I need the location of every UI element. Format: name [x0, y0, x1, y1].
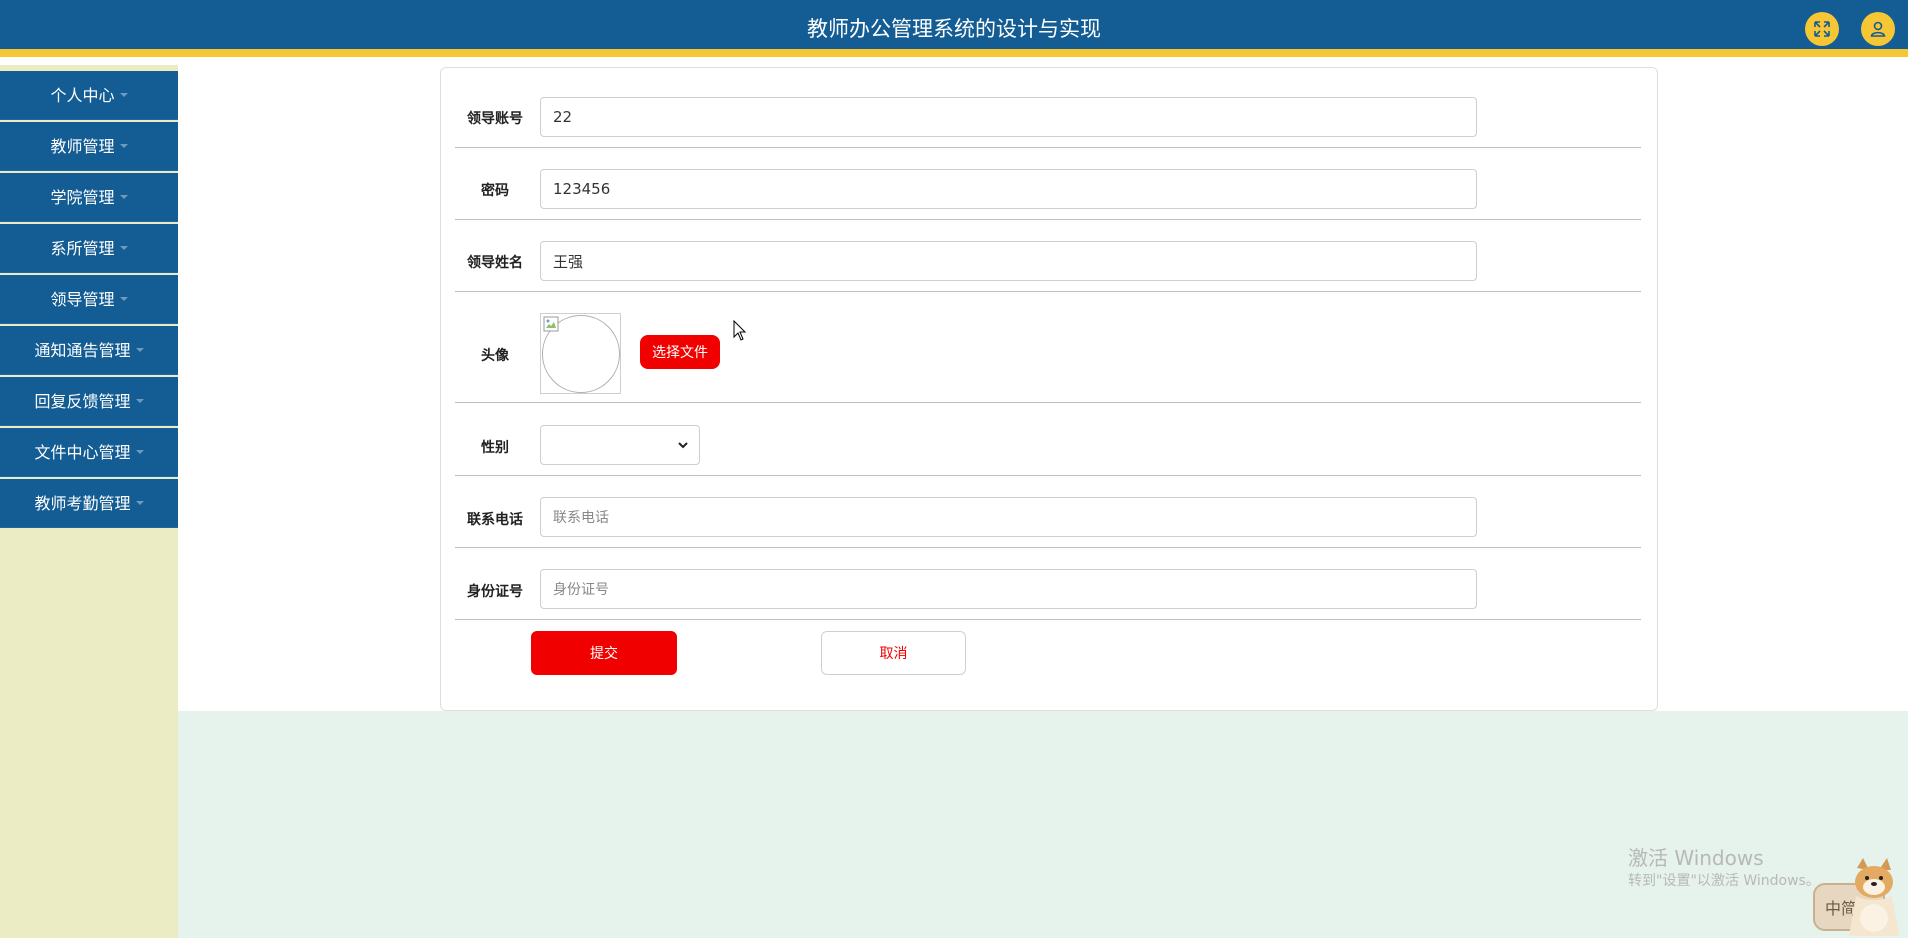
- dog-mascot-icon: [1849, 858, 1899, 936]
- fullscreen-icon[interactable]: [1805, 12, 1839, 46]
- caret-down-icon: [119, 296, 128, 301]
- caret-down-icon: [135, 500, 144, 505]
- sidebar-item-label: 回复反馈管理: [34, 392, 131, 411]
- activate-windows-title: 激活 Windows: [1628, 846, 1764, 870]
- top-header: 教师办公管理系统的设计与实现: [0, 0, 1908, 57]
- sidebar-item-label: 领导管理: [50, 290, 115, 309]
- caret-down-icon: [119, 143, 128, 148]
- caret-down-icon: [135, 347, 144, 352]
- form-card: [440, 67, 1658, 711]
- idcard-label: 身份证号: [467, 584, 523, 600]
- content-background: [178, 711, 1908, 938]
- sidebar-item-file-center-management[interactable]: 文件中心管理: [0, 428, 178, 477]
- sidebar-item-label: 教师管理: [50, 137, 115, 156]
- row-divider: [455, 402, 1641, 403]
- header-accent-bar: [0, 49, 1908, 57]
- sidebar-item-attendance-management[interactable]: 教师考勤管理: [0, 479, 178, 528]
- broken-image-icon: [543, 316, 559, 332]
- gender-select[interactable]: [540, 425, 700, 465]
- sidebar-item-label: 系所管理: [50, 239, 115, 258]
- sidebar: 个人中心 教师管理 学院管理 系所管理 领导管理 通知通告管理 回复反馈管理 文…: [0, 65, 178, 938]
- sidebar-item-college-management[interactable]: 学院管理: [0, 173, 178, 222]
- sidebar-item-label: 学院管理: [50, 188, 115, 207]
- sidebar-item-feedback-management[interactable]: 回复反馈管理: [0, 377, 178, 426]
- user-icon[interactable]: [1861, 12, 1895, 46]
- sidebar-item-label: 个人中心: [50, 86, 115, 105]
- caret-down-icon: [119, 245, 128, 250]
- idcard-input[interactable]: [540, 569, 1477, 609]
- caret-down-icon: [119, 194, 128, 199]
- row-divider: [455, 475, 1641, 476]
- choose-file-button[interactable]: 选择文件: [640, 335, 720, 369]
- phone-input[interactable]: [540, 497, 1477, 537]
- caret-down-icon: [135, 398, 144, 403]
- name-label: 领导姓名: [467, 255, 523, 271]
- mouse-cursor-icon: [733, 320, 747, 341]
- sidebar-item-label: 文件中心管理: [34, 443, 131, 462]
- account-input[interactable]: [540, 97, 1477, 137]
- sidebar-item-label: 通知通告管理: [34, 341, 131, 360]
- sidebar-item-personal-center[interactable]: 个人中心: [0, 71, 178, 120]
- sidebar-item-notice-management[interactable]: 通知通告管理: [0, 326, 178, 375]
- gender-label: 性别: [481, 440, 509, 456]
- cancel-button[interactable]: 取消: [821, 631, 966, 675]
- submit-button[interactable]: 提交: [531, 631, 677, 675]
- row-divider: [455, 619, 1641, 620]
- avatar-label: 头像: [481, 348, 509, 364]
- avatar-preview: [540, 313, 621, 394]
- sidebar-item-leader-management[interactable]: 领导管理: [0, 275, 178, 324]
- sidebar-item-teacher-management[interactable]: 教师管理: [0, 122, 178, 171]
- account-label: 领导账号: [467, 111, 523, 127]
- sidebar-item-label: 教师考勤管理: [34, 494, 131, 513]
- password-label: 密码: [481, 183, 509, 199]
- caret-down-icon: [135, 449, 144, 454]
- password-input[interactable]: [540, 169, 1477, 209]
- row-divider: [455, 291, 1641, 292]
- chevron-down-icon: [678, 442, 688, 449]
- activate-windows-subtitle: 转到"设置"以激活 Windows。: [1628, 873, 1820, 889]
- sidebar-item-department-management[interactable]: 系所管理: [0, 224, 178, 273]
- row-divider: [455, 547, 1641, 548]
- row-divider: [455, 147, 1641, 148]
- row-divider: [455, 219, 1641, 220]
- name-input[interactable]: [540, 241, 1477, 281]
- phone-label: 联系电话: [467, 512, 523, 528]
- caret-down-icon: [119, 92, 128, 97]
